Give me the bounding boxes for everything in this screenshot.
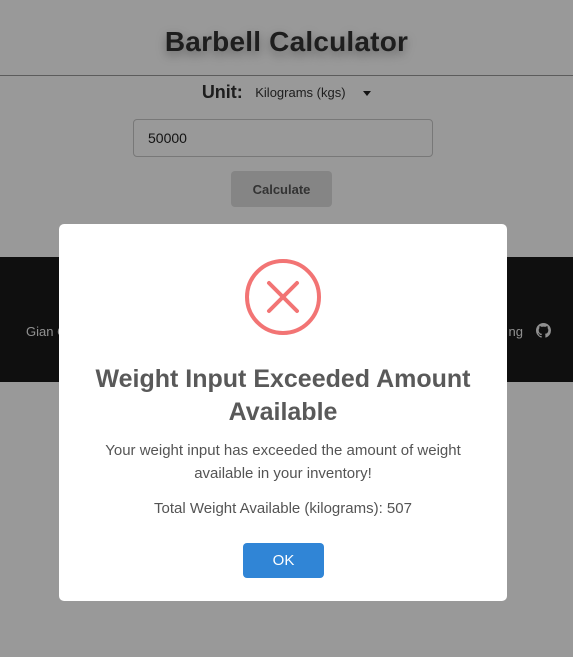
error-dialog: Weight Input Exceeded Amount Available Y…: [59, 224, 507, 601]
error-x-icon: [245, 259, 321, 335]
dialog-title: Weight Input Exceeded Amount Available: [95, 365, 471, 426]
dialog-total-weight: Total Weight Available (kilograms): 507: [154, 500, 412, 517]
dialog-message: Your weight input has exceeded the amoun…: [105, 442, 461, 482]
ok-button[interactable]: OK: [243, 543, 324, 578]
